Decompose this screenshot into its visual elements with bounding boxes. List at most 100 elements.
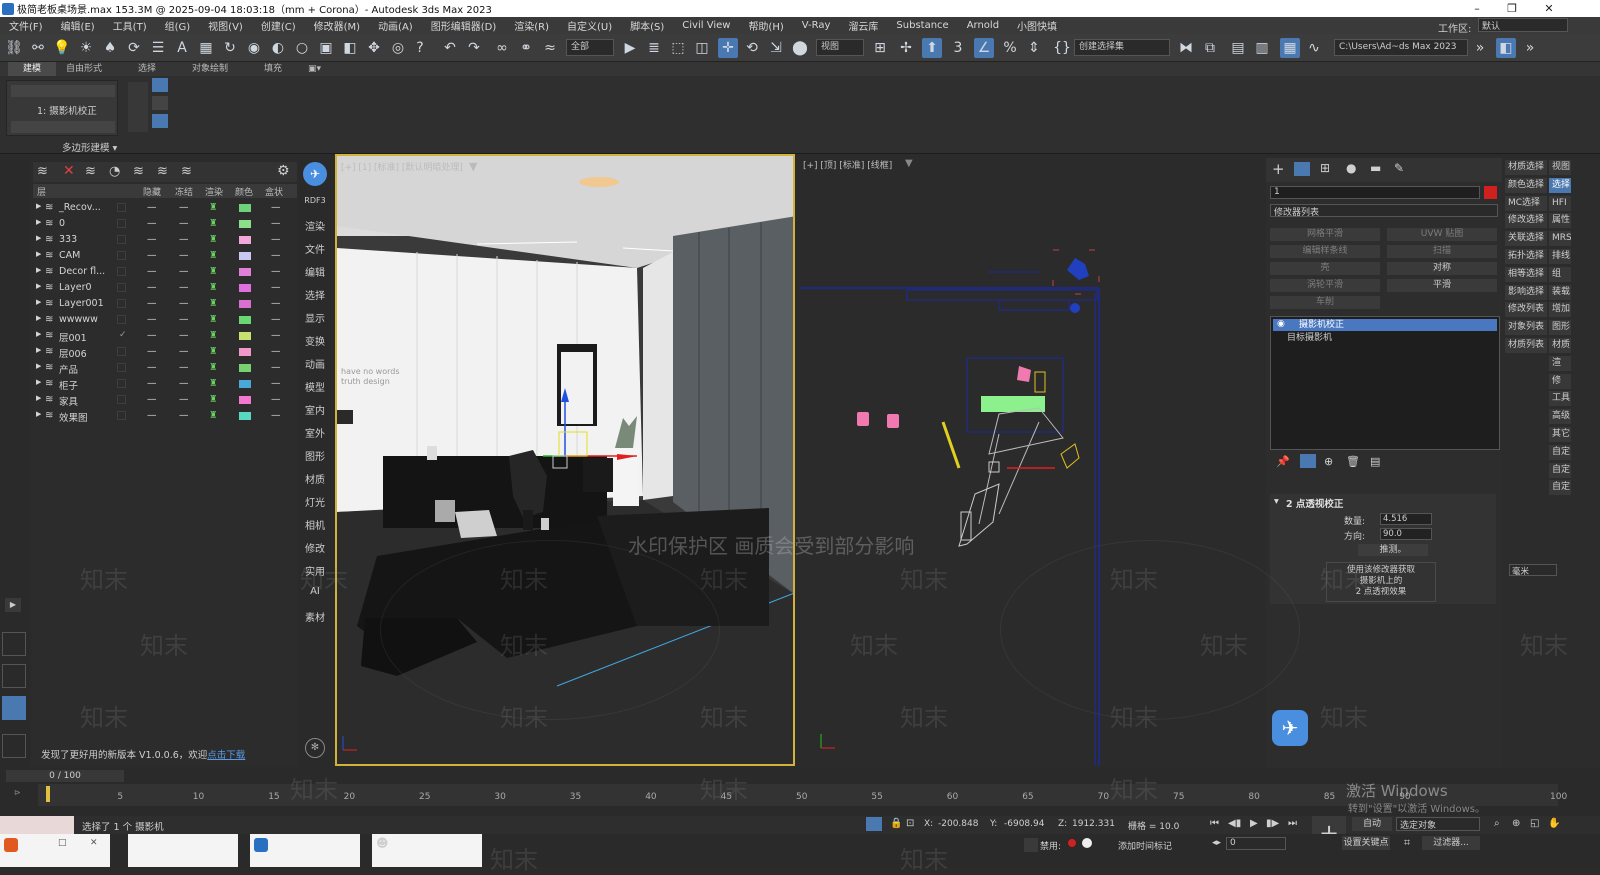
plugin-command-9[interactable]: 室外 xyxy=(299,425,331,440)
render-teapot-icon[interactable]: ♜ xyxy=(209,282,218,293)
current-layer-toggle[interactable] xyxy=(117,411,126,420)
prev-frame-icon[interactable]: ◀▮ xyxy=(1228,818,1241,829)
freeze-toggle[interactable]: — xyxy=(179,378,189,389)
viewport-camera-label[interactable]: [+] [1] [标准] [默认明暗处理] xyxy=(341,160,463,173)
tab-populate[interactable]: 填充 xyxy=(258,62,288,76)
freeze-toggle[interactable]: — xyxy=(179,314,189,325)
plugin-select-8[interactable]: 修改列表 xyxy=(1505,302,1547,318)
y-coordinate[interactable]: -6908.94 xyxy=(1004,819,1044,829)
freeze-toggle[interactable]: — xyxy=(179,394,189,405)
new-layer-icon[interactable]: ≋ xyxy=(85,164,96,179)
menu-quickfill[interactable]: 小图快填 xyxy=(1008,18,1066,33)
configure-icon[interactable] xyxy=(152,114,168,128)
layer-row[interactable]: ▶ ≋ CAM — — ♜ — xyxy=(33,248,297,264)
current-layer-toggle[interactable] xyxy=(117,347,126,356)
frame-icon[interactable]: ▣ xyxy=(316,38,336,58)
hide-toggle[interactable]: — xyxy=(147,250,157,261)
layer-row[interactable]: ▶ ≋ 333 — — ♜ — xyxy=(33,232,297,248)
plugin-select-9[interactable]: 对象列表 xyxy=(1505,320,1547,336)
track-bar-menu-icon[interactable]: ⊳ xyxy=(14,788,21,797)
units-dropdown[interactable]: 毫米 xyxy=(1509,564,1557,577)
maxscript-listener[interactable] xyxy=(0,816,74,834)
align-icon[interactable]: ⧉ xyxy=(1200,38,1220,58)
unlink-chain-icon[interactable]: ⚭ xyxy=(516,38,536,58)
layer-props-icon[interactable]: ≋ xyxy=(181,164,192,179)
plugin-tool-4[interactable]: MRS xyxy=(1549,231,1571,247)
menu-graph-editors[interactable]: 图形编辑器(D) xyxy=(422,18,506,33)
region-select-icon[interactable]: ⬚ xyxy=(668,38,688,58)
expand-arrow-icon[interactable]: ▶ xyxy=(36,410,41,418)
freeze-toggle[interactable]: — xyxy=(179,250,189,261)
render-teapot-icon[interactable]: ♜ xyxy=(209,330,218,341)
menu-views[interactable]: 视图(V) xyxy=(199,18,252,33)
layer-color-swatch[interactable] xyxy=(239,316,251,324)
pin-icon[interactable]: 📌 xyxy=(1276,455,1290,468)
layer-color-swatch[interactable] xyxy=(239,396,251,404)
render-teapot-icon[interactable]: ♜ xyxy=(209,298,218,309)
letter-a-icon[interactable]: A xyxy=(172,38,192,58)
freeze-toggle[interactable]: — xyxy=(179,346,189,357)
current-frame-input[interactable]: 0 xyxy=(1226,837,1286,850)
configure-sets-icon[interactable]: ▤ xyxy=(1370,455,1380,468)
ribbon-options-icon[interactable]: ▣▾ xyxy=(302,62,327,76)
plugin-command-2[interactable]: 编辑 xyxy=(299,264,331,279)
plugin-tool-7[interactable]: 装载 xyxy=(1549,284,1571,300)
menu-file[interactable]: 文件(F) xyxy=(0,18,52,33)
col-color[interactable]: 颜色 xyxy=(235,185,253,198)
go-to-start-icon[interactable]: ⏮ xyxy=(1210,818,1219,829)
expand-arrow-icon[interactable]: ▶ xyxy=(36,378,41,386)
layer-color-swatch[interactable] xyxy=(239,348,251,356)
plugin-command-8[interactable]: 室内 xyxy=(299,402,331,417)
plugin-command-5[interactable]: 变换 xyxy=(299,333,331,348)
layer-name[interactable]: 家具 xyxy=(59,394,78,408)
plugin-command-7[interactable]: 模型 xyxy=(299,379,331,394)
layer-color-swatch[interactable] xyxy=(239,380,251,388)
key-filters-button[interactable]: 过滤器... xyxy=(1422,836,1480,850)
viewport-top-filter-icon[interactable]: ▼ xyxy=(905,158,913,169)
box-toggle[interactable]: — xyxy=(271,298,281,309)
tab-freeform[interactable]: 自由形式 xyxy=(60,62,108,76)
plugin-tool-11[interactable]: 渲 xyxy=(1549,355,1571,371)
plugin-tool-0[interactable]: 视图 xyxy=(1549,160,1571,175)
layer-color-swatch[interactable] xyxy=(239,220,251,228)
col-freeze[interactable]: 冻结 xyxy=(175,185,193,198)
menu-animation[interactable]: 动画(A) xyxy=(369,18,422,33)
layer-color-swatch[interactable] xyxy=(239,204,251,212)
current-layer-toggle[interactable] xyxy=(117,299,126,308)
move-icon[interactable]: ✛ xyxy=(718,38,738,58)
layer-row[interactable]: ▶ ≋ 产品 — — ♜ — xyxy=(33,360,297,376)
render-setup-icon[interactable]: ◧ xyxy=(1496,38,1516,58)
plugin-tool-9[interactable]: 图形 xyxy=(1549,320,1571,336)
isolate-icon[interactable] xyxy=(866,817,882,831)
menu-group[interactable]: 组(G) xyxy=(156,18,200,33)
close-button[interactable]: ✕ xyxy=(1534,0,1564,17)
project-path-dropdown[interactable]: C:\Users\Ad~ds Max 2023 xyxy=(1334,39,1468,56)
box-toggle[interactable]: — xyxy=(271,362,281,373)
absolute-mode-icon[interactable]: ⊡ xyxy=(906,818,914,829)
modifier-button-3[interactable]: 扫描 xyxy=(1387,245,1497,258)
expand-arrow-icon[interactable]: ▶ xyxy=(36,218,41,226)
bulb-small-icon[interactable]: ○ xyxy=(292,38,312,58)
current-layer-toggle[interactable] xyxy=(117,235,126,244)
render-teapot-icon[interactable]: ♜ xyxy=(209,314,218,325)
object-color-swatch[interactable] xyxy=(1484,186,1497,199)
highlight-layer-icon[interactable]: ◔ xyxy=(109,164,120,179)
viewport-layout-2-icon[interactable] xyxy=(2,664,26,688)
plugin-select-4[interactable]: 关联选择 xyxy=(1505,231,1547,247)
redo-icon[interactable]: ↷ xyxy=(464,38,484,58)
rotate-icon[interactable]: ↻ xyxy=(220,38,240,58)
remove-modifier-icon[interactable]: 🗑 xyxy=(1346,455,1360,468)
select-by-name-icon[interactable]: ≣ xyxy=(644,38,664,58)
undo-icon[interactable]: ↶ xyxy=(440,38,460,58)
menu-customize[interactable]: 自定义(U) xyxy=(558,18,621,33)
expand-arrow-icon[interactable]: ▶ xyxy=(36,298,41,306)
layer-name[interactable]: _Recov... xyxy=(59,202,101,213)
freeze-toggle[interactable]: — xyxy=(179,218,189,229)
box-toggle[interactable]: — xyxy=(271,234,281,245)
freeze-toggle[interactable]: — xyxy=(179,234,189,245)
render-teapot-icon[interactable]: ♜ xyxy=(209,362,218,373)
render-teapot-icon[interactable]: ♜ xyxy=(209,250,218,261)
render-icon[interactable]: ◐ xyxy=(268,38,288,58)
hide-toggle[interactable]: — xyxy=(147,202,157,213)
layer-row[interactable]: ▶ ≋ Layer0 — — ♜ — xyxy=(33,280,297,296)
